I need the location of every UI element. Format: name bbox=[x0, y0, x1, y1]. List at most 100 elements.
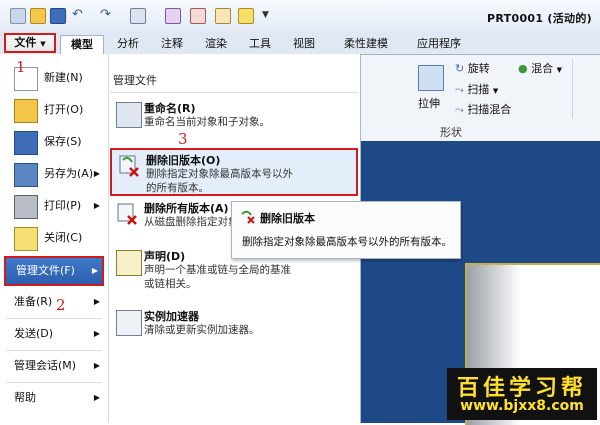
ribbon-tabs: 文件 ▼ 模型 分析 注释 渲染 工具 视图 柔性建模 应用程序 bbox=[0, 32, 600, 55]
regenerate-icon[interactable] bbox=[165, 8, 181, 24]
file-menu-left-column: 新建(N) 打开(O) 保存(S) 另存为(A) ▶ 打印(P) ▶ 关闭(C)… bbox=[0, 54, 109, 423]
extrude-icon[interactable] bbox=[418, 65, 444, 91]
chevron-right-icon: ▶ bbox=[93, 169, 100, 178]
appearance-icon[interactable] bbox=[190, 8, 206, 24]
delete-old-versions-title: 删除旧版本(O) bbox=[146, 154, 221, 167]
save-icon bbox=[14, 131, 38, 155]
window-title: PRT0001 (活动的) bbox=[487, 12, 592, 25]
rename-title: 重命名(R) bbox=[144, 102, 196, 115]
revolve-label: 旋转 bbox=[467, 62, 490, 75]
menu-item-new-label: 新建(N) bbox=[44, 71, 83, 84]
close-icon bbox=[14, 227, 38, 251]
submenu-item-rename[interactable]: 重命名(R) 重命名当前对象和子对象。 bbox=[110, 98, 358, 138]
step-number-1: 1 bbox=[16, 58, 26, 76]
menu-item-open[interactable]: 打开(O) bbox=[4, 96, 104, 124]
menu-item-manage-file[interactable]: 管理文件(F) ▶ bbox=[4, 256, 104, 286]
new-icon[interactable] bbox=[10, 8, 26, 24]
swept-blend-button[interactable]: ⤳ 扫描混合 bbox=[455, 101, 511, 117]
declare-icon bbox=[116, 250, 142, 276]
undo-icon[interactable]: ↶ bbox=[72, 8, 83, 22]
revolve-button[interactable]: ↻ 旋转 bbox=[455, 60, 490, 76]
tab-file-label: 文件 bbox=[14, 36, 37, 49]
menu-item-send-label: 发送(D) bbox=[14, 327, 54, 340]
tab-tools[interactable]: 工具 bbox=[240, 35, 280, 53]
tooltip-desc: 删除指定对象除最高版本号以外的所有版本。 bbox=[242, 236, 452, 248]
menu-item-prepare[interactable]: 准备(R) ▶ bbox=[4, 288, 104, 316]
ribbon-shapes-group: 拉伸 ↻ 旋转 ⤳ 扫描 ▼ ⤳ 扫描混合 ● 混合 ▼ bbox=[360, 55, 600, 142]
chevron-right-icon: ▶ bbox=[93, 361, 100, 370]
window-icon[interactable] bbox=[130, 8, 146, 24]
tab-flexible-modeling[interactable]: 柔性建模 bbox=[336, 35, 396, 53]
tab-analysis[interactable]: 分析 bbox=[108, 35, 148, 53]
revolve-icon: ↻ bbox=[455, 62, 465, 75]
instance-accelerator-desc: 清除或更新实例加速器。 bbox=[144, 324, 260, 336]
menu-item-help-label: 帮助 bbox=[14, 391, 36, 404]
menu-divider bbox=[6, 318, 102, 319]
delete-all-versions-title: 删除所有版本(A) bbox=[144, 202, 229, 215]
submenu-item-delete-old-versions[interactable]: 删除旧版本(O) 删除指定对象除最高版本号以外的所有版本。 bbox=[110, 148, 358, 196]
menu-item-help[interactable]: 帮助 ▶ bbox=[4, 384, 104, 412]
menu-item-manage-file-label: 管理文件(F) bbox=[16, 264, 75, 277]
blend-button[interactable]: ● 混合 ▼ bbox=[518, 60, 562, 76]
menu-item-save-label: 保存(S) bbox=[44, 135, 82, 148]
instance-accelerator-icon bbox=[116, 310, 142, 336]
menu-item-manage-session[interactable]: 管理会话(M) ▶ bbox=[4, 352, 104, 380]
rename-desc: 重命名当前对象和子对象。 bbox=[144, 116, 270, 128]
menu-item-save-as[interactable]: 另存为(A) ▶ bbox=[4, 160, 104, 188]
menu-item-open-label: 打开(O) bbox=[44, 103, 84, 116]
chevron-down-icon: ▼ bbox=[492, 87, 499, 95]
folder-icon[interactable] bbox=[238, 8, 254, 24]
customize-icon[interactable]: ▼ bbox=[262, 8, 272, 22]
chevron-right-icon: ▶ bbox=[93, 329, 100, 338]
watermark-logo: 百佳学习帮 www.bjxx8.com bbox=[447, 368, 597, 420]
edit-icon[interactable] bbox=[215, 8, 231, 24]
submenu-item-instance-accelerator[interactable]: 实例加速器 清除或更新实例加速器。 bbox=[110, 306, 358, 346]
menu-item-send[interactable]: 发送(D) ▶ bbox=[4, 320, 104, 348]
tab-file[interactable]: 文件 ▼ bbox=[4, 33, 56, 53]
menu-item-print[interactable]: 打印(P) ▶ bbox=[4, 192, 104, 220]
delete-all-versions-icon bbox=[116, 202, 140, 226]
submenu-divider bbox=[110, 92, 358, 93]
instance-accelerator-title: 实例加速器 bbox=[144, 310, 199, 323]
tooltip: 删除旧版本 删除指定对象除最高版本号以外的所有版本。 bbox=[231, 201, 461, 259]
delete-old-versions-icon bbox=[240, 208, 256, 224]
chevron-right-icon: ▶ bbox=[93, 201, 100, 210]
sweep-button[interactable]: ⤳ 扫描 ▼ bbox=[455, 81, 498, 97]
tooltip-title: 删除旧版本 bbox=[260, 212, 315, 225]
save-icon[interactable] bbox=[50, 8, 66, 24]
menu-item-save[interactable]: 保存(S) bbox=[4, 128, 104, 156]
step-number-2: 2 bbox=[56, 296, 66, 314]
menu-divider bbox=[6, 382, 102, 383]
menu-item-manage-session-label: 管理会话(M) bbox=[14, 359, 77, 372]
tab-applications[interactable]: 应用程序 bbox=[408, 35, 470, 53]
swept-blend-icon: ⤳ bbox=[455, 103, 464, 116]
tab-view[interactable]: 视图 bbox=[284, 35, 324, 53]
blend-icon: ● bbox=[518, 62, 528, 75]
save-as-icon bbox=[14, 163, 38, 187]
swept-blend-label: 扫描混合 bbox=[467, 103, 512, 116]
chevron-down-icon: ▼ bbox=[40, 40, 46, 48]
tab-model[interactable]: 模型 bbox=[60, 35, 104, 54]
menu-item-prepare-label: 准备(R) bbox=[14, 295, 53, 308]
menu-divider bbox=[6, 350, 102, 351]
rename-icon bbox=[116, 102, 142, 128]
menu-item-close[interactable]: 关闭(C) bbox=[4, 224, 104, 252]
delete-old-versions-icon bbox=[118, 154, 142, 178]
open-icon[interactable] bbox=[30, 8, 46, 24]
blend-label: 混合 bbox=[531, 62, 554, 75]
menu-item-save-as-label: 另存为(A) bbox=[44, 167, 94, 180]
chevron-right-icon: ▶ bbox=[93, 297, 100, 306]
extrude-button[interactable]: 拉伸 bbox=[418, 95, 440, 111]
declare-desc: 声明一个基准或链与全局的基准或链相关。 bbox=[144, 264, 291, 290]
redo-icon[interactable]: ↷ bbox=[100, 8, 111, 22]
menu-item-close-label: 关闭(C) bbox=[44, 231, 83, 244]
menu-item-print-label: 打印(P) bbox=[44, 199, 82, 212]
sweep-label: 扫描 bbox=[467, 83, 490, 96]
open-icon bbox=[14, 99, 38, 123]
chevron-right-icon: ▶ bbox=[91, 266, 98, 275]
tab-render[interactable]: 渲染 bbox=[196, 35, 236, 53]
tab-annotate[interactable]: 注释 bbox=[152, 35, 192, 53]
ribbon-group-label: 形状 bbox=[440, 126, 462, 139]
chevron-right-icon: ▶ bbox=[93, 393, 100, 402]
quick-access-toolbar: ↶ ↷ ▼ PRT0001 (活动的) bbox=[0, 0, 600, 33]
